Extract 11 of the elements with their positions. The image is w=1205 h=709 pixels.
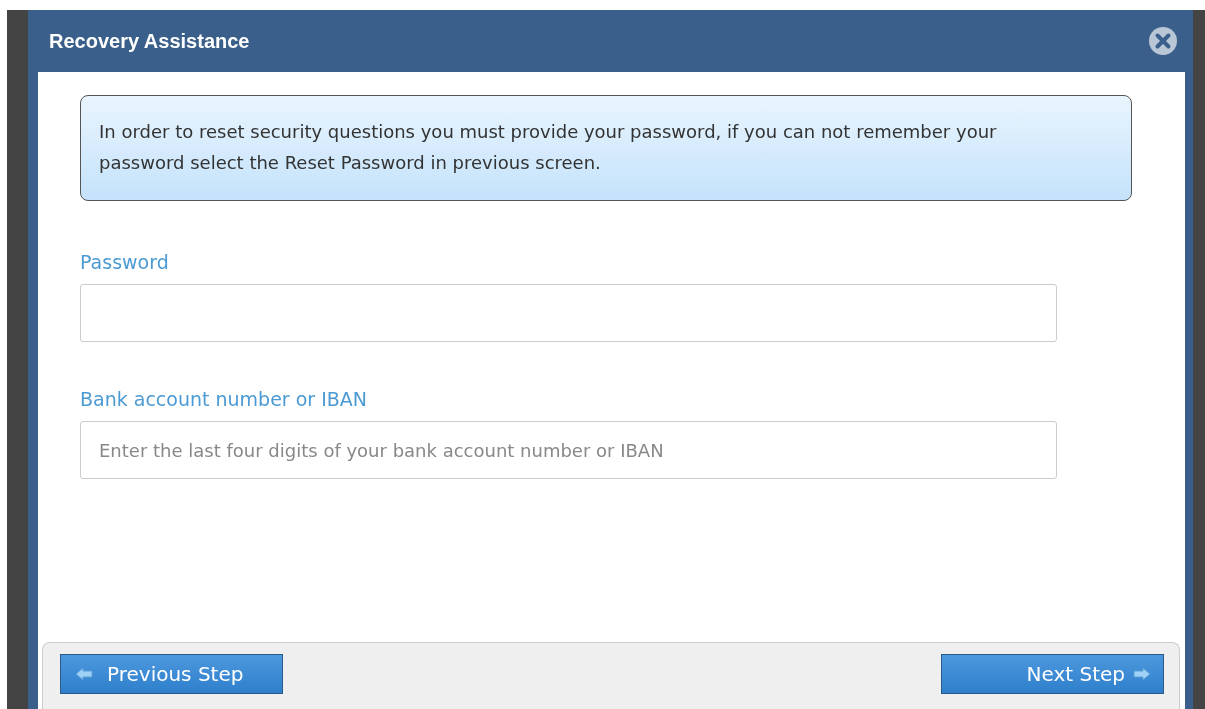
input-field[interactable] bbox=[80, 284, 1057, 342]
close-icon[interactable] bbox=[1148, 26, 1178, 56]
right-arrow-icon bbox=[1133, 667, 1151, 681]
info-message: In order to reset security questions you must provide your password, if you can not remember your password select the Reset Password in previous screen. bbox=[80, 95, 1132, 201]
field-label: Bank account number or IBAN bbox=[80, 388, 368, 410]
left-arrow-icon bbox=[75, 667, 93, 681]
input-field[interactable]: Enter the last four digits of your bank account number or IBAN bbox=[80, 421, 1057, 479]
next-button[interactable]: Next Step bbox=[941, 654, 1164, 694]
previous-button[interactable]: Previous Step bbox=[60, 654, 283, 694]
field-label: Password bbox=[80, 251, 170, 273]
window-title: Recovery Assistance bbox=[49, 29, 250, 53]
